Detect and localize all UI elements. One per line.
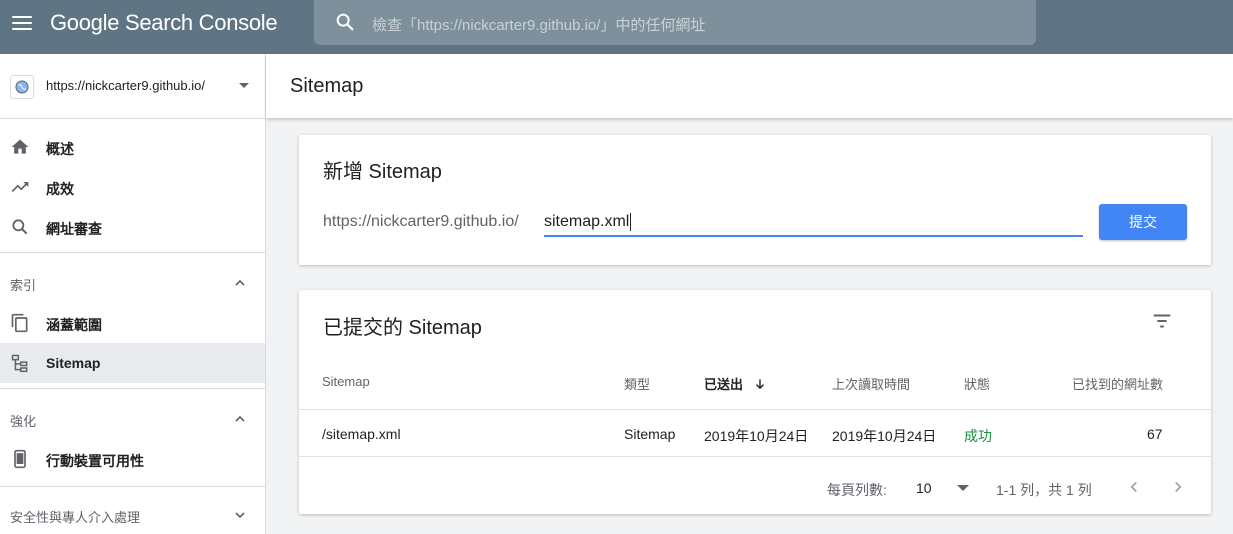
table-row[interactable]: /sitemap.xml Sitemap 2019年10月24日 2019年10…: [299, 409, 1211, 457]
sidebar-item-label: Sitemap: [46, 355, 101, 371]
app-logo[interactable]: Google Search Console: [50, 10, 278, 36]
rows-per-page-label: 每頁列數:: [827, 482, 887, 498]
pagination-range: 1-1 列，共 1 列: [996, 482, 1092, 498]
column-header-submitted[interactable]: 已送出: [704, 374, 767, 393]
sitemap-icon: [11, 354, 28, 373]
sidebar-item-label: 網址審查: [46, 221, 102, 237]
section-label: 安全性與專人介入處理: [10, 510, 141, 525]
hamburger-menu-icon[interactable]: [10, 11, 34, 35]
sidebar-item-performance[interactable]: 成效: [0, 167, 265, 207]
arrow-down-icon: [755, 379, 764, 390]
sidebar-item-label: 成效: [46, 181, 74, 197]
sidebar-item-label: 行動裝置可用性: [46, 453, 144, 469]
column-header-status[interactable]: 狀態: [964, 374, 990, 393]
add-sitemap-card: 新增 Sitemap https://nickcarter9.github.io…: [299, 135, 1211, 265]
url-inspection-search-bar[interactable]: 檢查「https://nickcarter9.github.io/」中的任何網址: [314, 0, 1036, 45]
sidebar: https://nickcarter9.github.io/ 概述 成效 網址審…: [0, 54, 266, 534]
card-title: 已提交的 Sitemap: [323, 317, 482, 339]
section-label: 強化: [10, 414, 37, 429]
page-title: Sitemap: [290, 75, 364, 97]
submitted-sitemaps-card: 已提交的 Sitemap Sitemap 類型 已送出 上次讀取時間 狀態 已找…: [299, 290, 1211, 514]
cell-type: Sitemap: [624, 426, 676, 442]
column-header-sitemap[interactable]: Sitemap: [322, 374, 370, 389]
divider: [0, 486, 265, 487]
section-header-index[interactable]: 索引: [0, 263, 265, 303]
search-icon: [12, 219, 28, 235]
property-selector[interactable]: https://nickcarter9.github.io/: [0, 54, 265, 119]
chevron-down-icon: [235, 512, 245, 519]
column-header-last-read[interactable]: 上次讀取時間: [832, 374, 910, 393]
dropdown-arrow-icon: [239, 83, 249, 88]
column-header-urls-found[interactable]: 已找到的網址數: [1072, 374, 1163, 393]
filter-icon[interactable]: [1151, 310, 1173, 332]
divider: [0, 388, 265, 389]
sidebar-item-label: 涵蓋範圍: [46, 317, 102, 333]
chevron-left-icon[interactable]: [1125, 478, 1143, 496]
section-header-security[interactable]: 安全性與專人介入處理: [0, 495, 265, 534]
sitemap-url-prefix: https://nickcarter9.github.io/: [323, 213, 519, 230]
cell-status: 成功: [964, 428, 992, 444]
search-placeholder: 檢查「https://nickcarter9.github.io/」中的任何網址: [372, 17, 706, 34]
sidebar-item-url-inspection[interactable]: 網址審查: [0, 207, 265, 247]
chevron-up-icon: [235, 279, 245, 286]
page-header: Sitemap: [266, 54, 1233, 118]
sitemap-input-value: sitemap.xml: [544, 213, 632, 231]
chevron-up-icon: [235, 415, 245, 422]
sidebar-item-label: 概述: [46, 141, 74, 157]
globe-icon: [10, 75, 34, 99]
column-header-type[interactable]: 類型: [624, 374, 650, 393]
dropdown-arrow-icon: [957, 485, 970, 491]
sidebar-item-mobile-usability[interactable]: 行動裝置可用性: [0, 439, 265, 479]
card-title: 新增 Sitemap: [323, 161, 442, 183]
section-header-enhancements[interactable]: 強化: [0, 399, 265, 439]
smartphone-icon: [14, 449, 26, 469]
cell-sitemap: /sitemap.xml: [322, 426, 401, 442]
top-app-bar: Google Search Console 檢查「https://nickcar…: [0, 0, 1233, 54]
sitemap-url-input[interactable]: sitemap.xml: [544, 205, 1083, 237]
property-url: https://nickcarter9.github.io/: [46, 78, 205, 93]
sidebar-item-coverage[interactable]: 涵蓋範圍: [0, 303, 265, 343]
copy-icon: [11, 313, 28, 333]
cell-submitted: 2019年10月24日: [704, 428, 809, 444]
chevron-right-icon[interactable]: [1169, 478, 1187, 496]
column-header-label: 已送出: [704, 377, 744, 392]
home-icon: [11, 139, 29, 154]
sidebar-item-sitemap[interactable]: Sitemap: [0, 343, 265, 383]
trending-up-icon: [11, 182, 29, 192]
divider: [0, 252, 265, 253]
sidebar-item-overview[interactable]: 概述: [0, 127, 265, 167]
cell-urls-found: 67: [1147, 426, 1163, 442]
cell-last-read: 2019年10月24日: [832, 428, 937, 444]
submit-button[interactable]: 提交: [1099, 204, 1187, 240]
section-label: 索引: [10, 278, 37, 293]
search-icon: [336, 13, 354, 31]
rows-per-page-select[interactable]: 10: [916, 480, 970, 496]
rows-per-page-value: 10: [916, 480, 932, 496]
